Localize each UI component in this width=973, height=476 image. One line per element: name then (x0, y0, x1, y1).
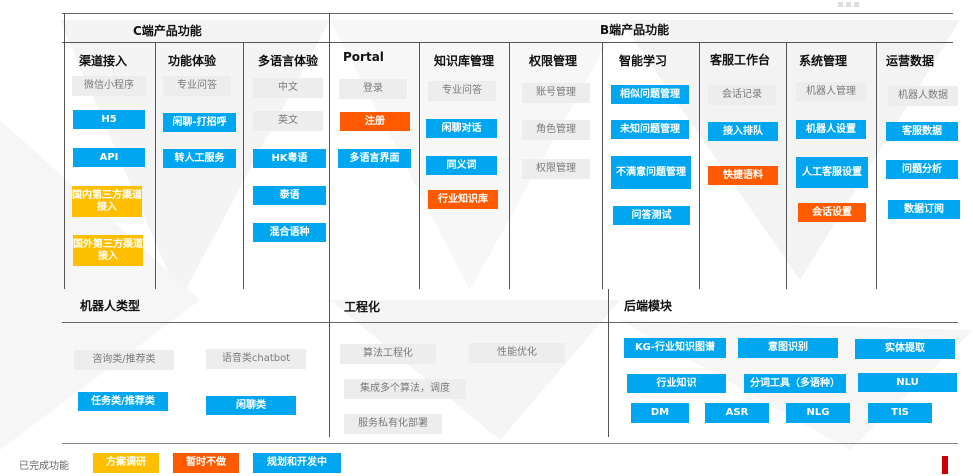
feature-domestic-channel: 国内第三方渠道接入 (72, 186, 142, 217)
column-divider (602, 42, 603, 289)
column-header-language: 多语言体验 (258, 54, 319, 68)
column-divider (876, 42, 877, 289)
column-header-experience: 功能体验 (168, 54, 217, 68)
feature-private-deployment: 服务私有化部署 (344, 414, 442, 434)
feature-english: 英文 (253, 111, 323, 131)
module-intent-recognition: 意图识别 (738, 338, 838, 358)
legend-done-label: 已完成功能 (19, 461, 69, 472)
feature-robot-settings: 机器人设置 (796, 120, 866, 139)
feature-role-management: 角色管理 (522, 120, 590, 140)
feature-performance-optimization: 性能优化 (469, 343, 565, 363)
column-header-channel: 渠道接入 (79, 54, 128, 68)
feature-transfer-human: 转人工服务 (163, 149, 236, 168)
module-dm: DM (631, 403, 689, 423)
backend-modules-title: 后端模块 (624, 299, 673, 313)
red-accent-bar (942, 456, 948, 474)
feature-service-data: 客服数据 (886, 122, 958, 141)
module-industry-knowledge: 行业知识 (627, 374, 726, 393)
feature-unsatisfied-questions: 不满意问题管理 (611, 156, 691, 189)
feature-chinese: 中文 (253, 78, 323, 98)
column-header-portal: Portal (343, 50, 384, 64)
robot-types-title: 机器人类型 (80, 299, 141, 313)
feature-task-recommend: 任务类/推荐类 (78, 392, 168, 411)
module-entity-extraction: 实体提取 (855, 339, 955, 359)
feature-thai: 泰语 (253, 186, 326, 205)
feature-chitchat-greeting: 闲聊-打招呼 (163, 113, 236, 132)
feature-issue-analysis: 问题分析 (886, 160, 958, 179)
feature-similar-questions: 相似问题管理 (611, 85, 689, 104)
module-asr: ASR (705, 403, 769, 423)
feature-agent-settings: 人工客服设置 (796, 157, 868, 188)
column-header-operations: 运营数据 (886, 54, 935, 68)
column-header-smart-learning: 智能学习 (619, 54, 668, 68)
feature-chitchat-type: 闲聊类 (206, 396, 296, 415)
column-divider (243, 42, 244, 289)
column-header-system: 系统管理 (799, 54, 848, 68)
column-divider (786, 42, 787, 289)
module-kg: KG-行业知识图谱 (624, 338, 726, 358)
feature-unknown-questions: 未知问题管理 (611, 120, 689, 139)
column-divider (419, 42, 420, 289)
module-tis: TIS (868, 403, 932, 423)
lower-column-divider (608, 289, 609, 437)
feature-overseas-channel: 国外第三方渠道接入 (73, 235, 143, 266)
feature-professional-qa: 专业问答 (163, 76, 231, 96)
feature-consult-recommend: 咨询类/推荐类 (74, 350, 174, 370)
feature-api: API (73, 148, 145, 167)
feature-robot-management: 机器人管理 (796, 82, 866, 102)
feature-session-settings: 会话设置 (798, 203, 866, 222)
column-divider (329, 13, 330, 289)
feature-chitchat-dialog: 闲聊对话 (426, 119, 497, 138)
feature-robot-data: 机器人数据 (888, 86, 958, 106)
feature-mixed-language: 混合语种 (253, 223, 326, 242)
feature-session-records: 会话记录 (708, 85, 776, 105)
feature-quick-corpus: 快捷语料 (708, 166, 778, 185)
column-header-permission: 权限管理 (529, 54, 578, 68)
legend-research: 方案调研 (93, 453, 159, 473)
module-tokenizer: 分词工具（多语种） (744, 374, 846, 393)
feature-multilang-ui: 多语言界面 (338, 149, 411, 168)
module-nlg: NLG (786, 403, 850, 423)
legend-skip: 暂时不做 (173, 453, 239, 473)
column-divider (699, 42, 700, 289)
feature-algorithm-integration: 集成多个算法，调度 (344, 379, 466, 399)
top-border-line (62, 13, 953, 14)
column-divider (64, 13, 65, 289)
engineering-title: 工程化 (344, 300, 381, 314)
feature-queue-access: 接入排队 (708, 122, 778, 141)
lower-divider-line (62, 322, 958, 323)
feature-register: 注册 (340, 112, 410, 131)
feature-kb-professional-qa: 专业问答 (428, 81, 496, 101)
feature-cantonese: HK粤语 (253, 149, 326, 168)
bottom-line (62, 443, 958, 444)
column-header-service-desk: 客服工作台 (710, 53, 771, 67)
module-nlu: NLU (858, 373, 957, 392)
lower-column-divider (329, 289, 330, 437)
feature-wechat-miniprogram: 微信小程序 (72, 76, 146, 96)
feature-permission-management: 权限管理 (522, 159, 590, 179)
column-divider (509, 42, 510, 289)
feature-data-subscription: 数据订阅 (888, 200, 960, 219)
feature-synonyms: 同义词 (426, 156, 497, 175)
header-divider-line (62, 42, 953, 43)
feature-industry-kb: 行业知识库 (428, 190, 498, 209)
feature-algorithm-engineering: 算法工程化 (340, 344, 436, 364)
feature-qa-testing: 问答测试 (613, 206, 690, 225)
b-section-title: B端产品功能 (600, 23, 670, 37)
feature-h5: H5 (73, 110, 145, 129)
legend-dev: 规划和开发中 (253, 453, 341, 473)
top-dots-decoration (838, 2, 860, 10)
column-header-knowledge-base: 知识库管理 (434, 54, 495, 68)
c-section-title: C端产品功能 (133, 24, 202, 38)
feature-account-management: 账号管理 (522, 83, 590, 103)
feature-voice-chatbot: 语音类chatbot (206, 349, 306, 369)
column-divider (155, 42, 156, 289)
feature-login: 登录 (339, 79, 407, 99)
